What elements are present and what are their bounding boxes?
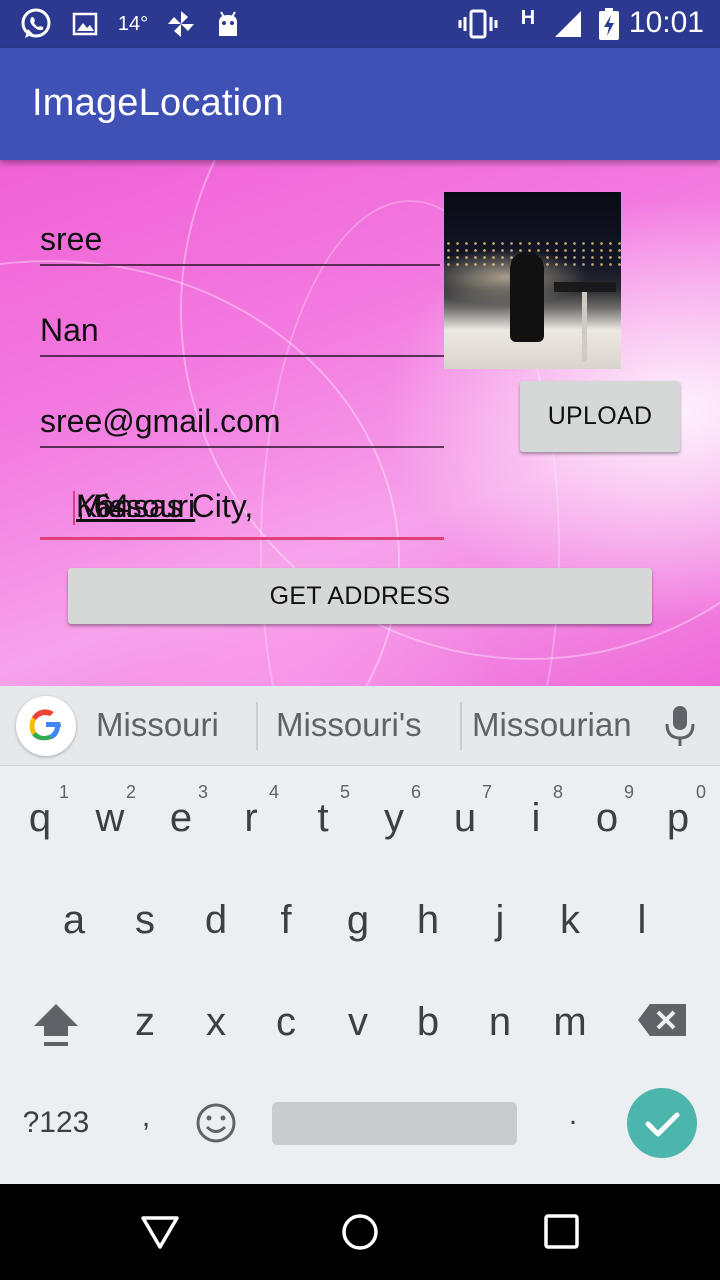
shift-key[interactable] xyxy=(26,998,86,1054)
suggestion-3[interactable]: Missourian xyxy=(472,706,632,744)
home-icon[interactable] xyxy=(340,1212,380,1252)
key-j[interactable]: j xyxy=(470,898,530,943)
emoji-icon[interactable] xyxy=(194,1102,238,1146)
backspace-icon[interactable] xyxy=(634,1000,690,1050)
key-hint-9: 9 xyxy=(623,782,634,802)
app-title: ImageLocation xyxy=(32,82,284,124)
key-hint-5: 5 xyxy=(339,782,350,802)
key-hint-6: 6 xyxy=(410,782,421,802)
mic-icon[interactable] xyxy=(660,704,700,748)
navigation-bar xyxy=(0,1184,720,1280)
suggestion-1[interactable]: Missouri xyxy=(96,706,219,744)
android-icon xyxy=(214,8,242,40)
vibrate-icon xyxy=(458,8,498,40)
key-hint-1: 1 xyxy=(58,782,69,802)
location-photo[interactable] xyxy=(444,192,621,369)
period-key[interactable]: . xyxy=(543,1098,603,1132)
pinwheel-icon xyxy=(164,8,198,40)
suggestion-divider xyxy=(256,702,258,750)
status-bar: 14° H 10:01 xyxy=(0,0,720,48)
suggestion-strip: Missouri Missouri's Missourian xyxy=(0,686,720,766)
key-f[interactable]: f xyxy=(256,898,316,943)
key-l[interactable]: l xyxy=(612,898,672,943)
first-name-field[interactable]: sree xyxy=(40,210,440,266)
key-hint-4: 4 xyxy=(268,782,279,802)
key-hint-7: 7 xyxy=(481,782,492,802)
key-d[interactable]: d xyxy=(186,898,246,943)
key-hint-3: 3 xyxy=(197,782,208,802)
address-field[interactable]: Kansas City, Missouri, 64 xyxy=(40,484,444,540)
key-hint-8: 8 xyxy=(552,782,563,802)
last-name-field[interactable]: Nan xyxy=(40,301,444,357)
key-m[interactable]: m xyxy=(540,1000,600,1045)
photo-table-leg xyxy=(582,292,587,362)
key-x[interactable]: x xyxy=(186,1000,246,1045)
text-cursor xyxy=(73,491,75,525)
last-name-value: Nan xyxy=(40,312,99,348)
battery-charging-icon xyxy=(596,8,622,40)
image-icon xyxy=(70,8,100,40)
key-v[interactable]: v xyxy=(328,1000,388,1045)
symbols-key[interactable]: ?123 xyxy=(20,1106,92,1140)
key-s[interactable]: s xyxy=(115,898,175,943)
upload-button[interactable]: UPLOAD xyxy=(520,381,680,452)
network-type-text: H xyxy=(520,6,536,29)
soft-keyboard: Missouri Missouri's Missourian q 1 w 2 e… xyxy=(0,686,720,1184)
temperature-text: 14° xyxy=(117,12,149,35)
first-name-value: sree xyxy=(40,221,103,257)
comma-key[interactable]: , xyxy=(116,1100,176,1134)
content-area: sree Nan sree@gmail.com Kansas City, Mis… xyxy=(0,160,720,686)
checkmark-icon xyxy=(645,1112,680,1137)
suggestion-2[interactable]: Missouri's xyxy=(276,706,422,744)
key-c[interactable]: c xyxy=(256,1000,316,1045)
recents-icon[interactable] xyxy=(542,1212,582,1252)
key-g[interactable]: g xyxy=(328,898,388,943)
signal-icon xyxy=(552,8,584,40)
enter-key[interactable] xyxy=(627,1088,697,1158)
spacebar[interactable] xyxy=(272,1102,517,1145)
google-icon[interactable] xyxy=(16,696,76,756)
address-suffix: , 64 xyxy=(76,488,130,524)
photo-person xyxy=(510,252,544,342)
key-hint-2: 2 xyxy=(125,782,136,802)
get-address-button[interactable]: GET ADDRESS xyxy=(68,568,652,624)
key-h[interactable]: h xyxy=(398,898,458,943)
suggestion-divider xyxy=(460,702,462,750)
photo-table xyxy=(554,282,616,292)
key-hint-0: 0 xyxy=(695,782,706,802)
key-k[interactable]: k xyxy=(540,898,600,943)
key-z[interactable]: z xyxy=(115,1000,175,1045)
key-n[interactable]: n xyxy=(470,1000,530,1045)
email-value: sree@gmail.com xyxy=(40,403,281,439)
whatsapp-icon xyxy=(18,8,54,40)
key-b[interactable]: b xyxy=(398,1000,458,1045)
clock-text: 10:01 xyxy=(628,6,704,39)
key-a[interactable]: a xyxy=(44,898,104,943)
app-bar: ImageLocation xyxy=(0,48,720,160)
email-field[interactable]: sree@gmail.com xyxy=(40,392,444,448)
back-icon[interactable] xyxy=(140,1212,180,1252)
